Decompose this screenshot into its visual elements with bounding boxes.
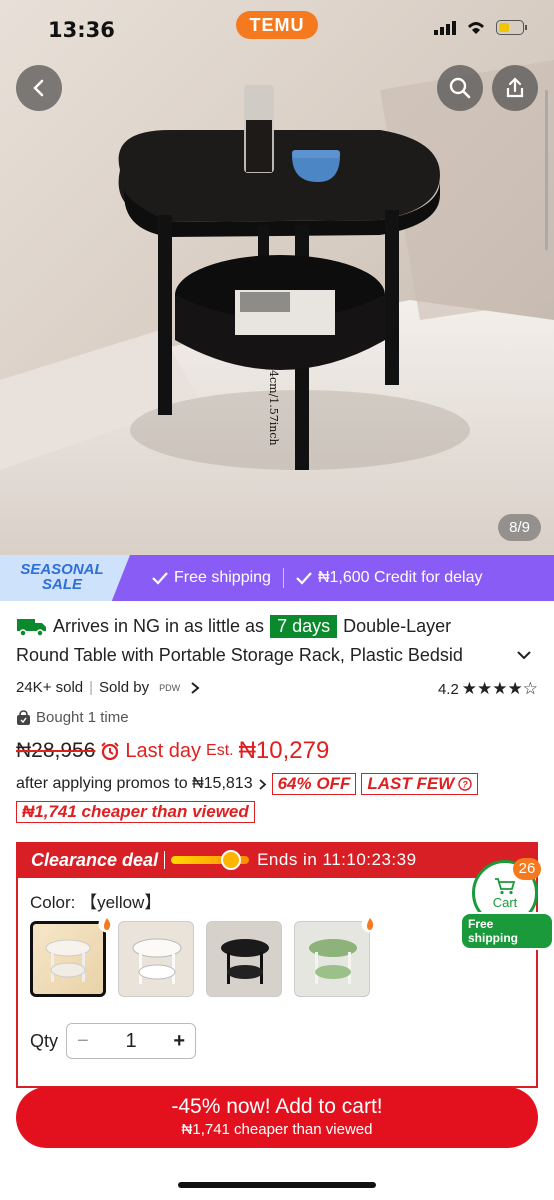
seller-logo[interactable]: PDW bbox=[159, 683, 180, 693]
divider bbox=[282, 568, 284, 588]
qty-label: Qty bbox=[30, 1030, 59, 1051]
share-button[interactable] bbox=[492, 65, 538, 111]
bought-info: Bought 1 time bbox=[16, 709, 129, 726]
credit-text: ₦1,600 Credit for delay bbox=[317, 569, 483, 586]
options-panel: Color: 【yellow】 Qty − 1 + bbox=[16, 878, 538, 1088]
free-shipping-promo: Free shipping bbox=[152, 569, 271, 587]
last-few-text: LAST FEW bbox=[367, 774, 455, 793]
qty-value: 1 bbox=[125, 1029, 137, 1052]
color-option-green[interactable] bbox=[294, 921, 370, 997]
promo-price-row[interactable]: after applying promos to ₦15,813 64% OFF… bbox=[16, 773, 479, 795]
color-options bbox=[30, 921, 370, 997]
table-thumbnail bbox=[309, 939, 357, 984]
image-pager: 8/9 bbox=[498, 514, 541, 541]
color-selector-label: Color: 【yellow】 bbox=[30, 888, 161, 913]
battery-icon bbox=[496, 20, 527, 35]
rating-stars: ★★★★☆ bbox=[461, 679, 538, 698]
chevron-left-icon bbox=[33, 79, 44, 97]
temu-badge[interactable]: TEMU bbox=[236, 11, 318, 39]
share-icon bbox=[506, 77, 524, 98]
svg-text:?: ? bbox=[462, 780, 468, 790]
separator: | bbox=[89, 679, 94, 696]
add-to-cart-button[interactable]: -45% now! Add to cart! ₦1,741 cheaper th… bbox=[16, 1087, 538, 1148]
product-image-gallery[interactable]: 4cm/1.57inch 13:36 TEMU 8/9 bbox=[0, 0, 554, 555]
chevron-right-icon bbox=[258, 778, 266, 790]
quantity-stepper[interactable]: − 1 + bbox=[66, 1023, 197, 1059]
status-time: 13:36 bbox=[48, 18, 115, 42]
table-thumbnail bbox=[221, 939, 269, 984]
est-label: Est. bbox=[206, 742, 234, 759]
after-promo-text: after applying promos to ₦15,813 bbox=[16, 775, 253, 792]
status-icons bbox=[434, 20, 528, 35]
bought-text: Bought 1 time bbox=[36, 709, 129, 726]
sold-info: 24K+ sold | Sold by PDW bbox=[16, 679, 200, 696]
color-option-black[interactable] bbox=[206, 921, 282, 997]
signal-icon bbox=[434, 20, 456, 35]
estimated-price: ₦10,279 bbox=[238, 737, 330, 764]
delivery-days-badge: 7 days bbox=[270, 615, 338, 638]
back-button[interactable] bbox=[16, 65, 62, 111]
discount-text: 64% OFF bbox=[277, 774, 351, 793]
question-icon: ? bbox=[458, 777, 472, 791]
sold-by-label: Sold by bbox=[99, 679, 150, 696]
sold-count: 24K+ sold bbox=[16, 679, 84, 696]
product-title-start: Double-Layer bbox=[343, 616, 452, 636]
color-option-yellow[interactable] bbox=[30, 921, 106, 997]
cart-icon bbox=[495, 877, 516, 894]
seasonal-line1: SEASONAL bbox=[20, 561, 104, 578]
promo-banner[interactable]: SEASONAL SALE Free shipping ₦1,600 Credi… bbox=[0, 555, 554, 601]
cart-label: Cart bbox=[492, 894, 518, 910]
clearance-label: Clearance deal bbox=[31, 849, 159, 870]
check-icon bbox=[152, 572, 168, 585]
cart-free-shipping-badge: Free shipping bbox=[460, 912, 554, 950]
last-day-label: Last day bbox=[125, 739, 202, 762]
original-price: ₦28,956 bbox=[16, 739, 96, 762]
delivery-truck-icon bbox=[17, 618, 46, 637]
table-thumbnail bbox=[132, 938, 182, 984]
divider bbox=[164, 851, 166, 869]
alarm-clock-icon bbox=[101, 742, 120, 761]
alarm-clock-icon bbox=[221, 850, 242, 870]
dimension-label: 4cm/1.57inch bbox=[267, 370, 280, 446]
product-title-line2[interactable]: Round Table with Portable Storage Rack, … bbox=[16, 645, 516, 666]
home-indicator[interactable] bbox=[178, 1182, 376, 1188]
discount-tag: 64% OFF bbox=[271, 773, 357, 795]
cart-count-badge: 26 bbox=[513, 858, 541, 880]
add-to-cart-label: -45% now! Add to cart! bbox=[171, 1095, 383, 1118]
shopping-bag-icon bbox=[17, 709, 30, 725]
rating-value: 4.2 bbox=[437, 680, 459, 698]
check-icon bbox=[296, 572, 312, 585]
arrival-text: Arrives in NG in as little as bbox=[53, 616, 265, 636]
chevron-right-icon[interactable] bbox=[190, 681, 200, 695]
chevron-down-icon[interactable] bbox=[516, 649, 532, 661]
fire-icon bbox=[361, 915, 379, 933]
deal-progress-bar bbox=[171, 850, 250, 870]
countdown-timer: Ends in 11:10:23:39 bbox=[257, 850, 417, 869]
quantity-row: Qty − 1 + bbox=[30, 1023, 197, 1059]
color-label: Color: bbox=[30, 893, 76, 912]
table-thumbnail bbox=[45, 939, 91, 982]
plus-icon[interactable]: + bbox=[173, 1030, 185, 1053]
search-icon bbox=[449, 77, 471, 99]
minus-icon[interactable]: − bbox=[77, 1030, 89, 1053]
free-shipping-text: Free shipping bbox=[174, 569, 271, 586]
credit-promo: ₦1,600 Credit for delay bbox=[296, 569, 483, 587]
add-to-cart-sublabel: ₦1,741 cheaper than viewed bbox=[181, 1121, 373, 1138]
seasonal-sale-badge: SEASONAL SALE bbox=[0, 555, 130, 601]
wifi-icon bbox=[468, 22, 484, 34]
color-value: 【yellow】 bbox=[80, 893, 162, 912]
rating[interactable]: 4.2 ★★★★☆ bbox=[438, 679, 538, 699]
product-title-line1[interactable]: Arrives in NG in as little as 7 days Dou… bbox=[16, 615, 516, 638]
seasonal-line2: SALE bbox=[41, 576, 82, 593]
color-option-white[interactable] bbox=[118, 921, 194, 997]
cheaper-tag: ₦1,741 cheaper than viewed bbox=[16, 801, 255, 823]
fire-icon bbox=[98, 915, 116, 933]
search-button[interactable] bbox=[437, 65, 483, 111]
scrollbar[interactable] bbox=[545, 90, 548, 250]
price-row: ₦28,956 Last day Est. ₦10,279 bbox=[16, 737, 329, 765]
last-few-tag: LAST FEW ? bbox=[361, 773, 479, 795]
clearance-deal-bar: Clearance deal Ends in 11:10:23:39 bbox=[16, 842, 538, 878]
status-bar: 13:36 TEMU bbox=[0, 0, 554, 60]
